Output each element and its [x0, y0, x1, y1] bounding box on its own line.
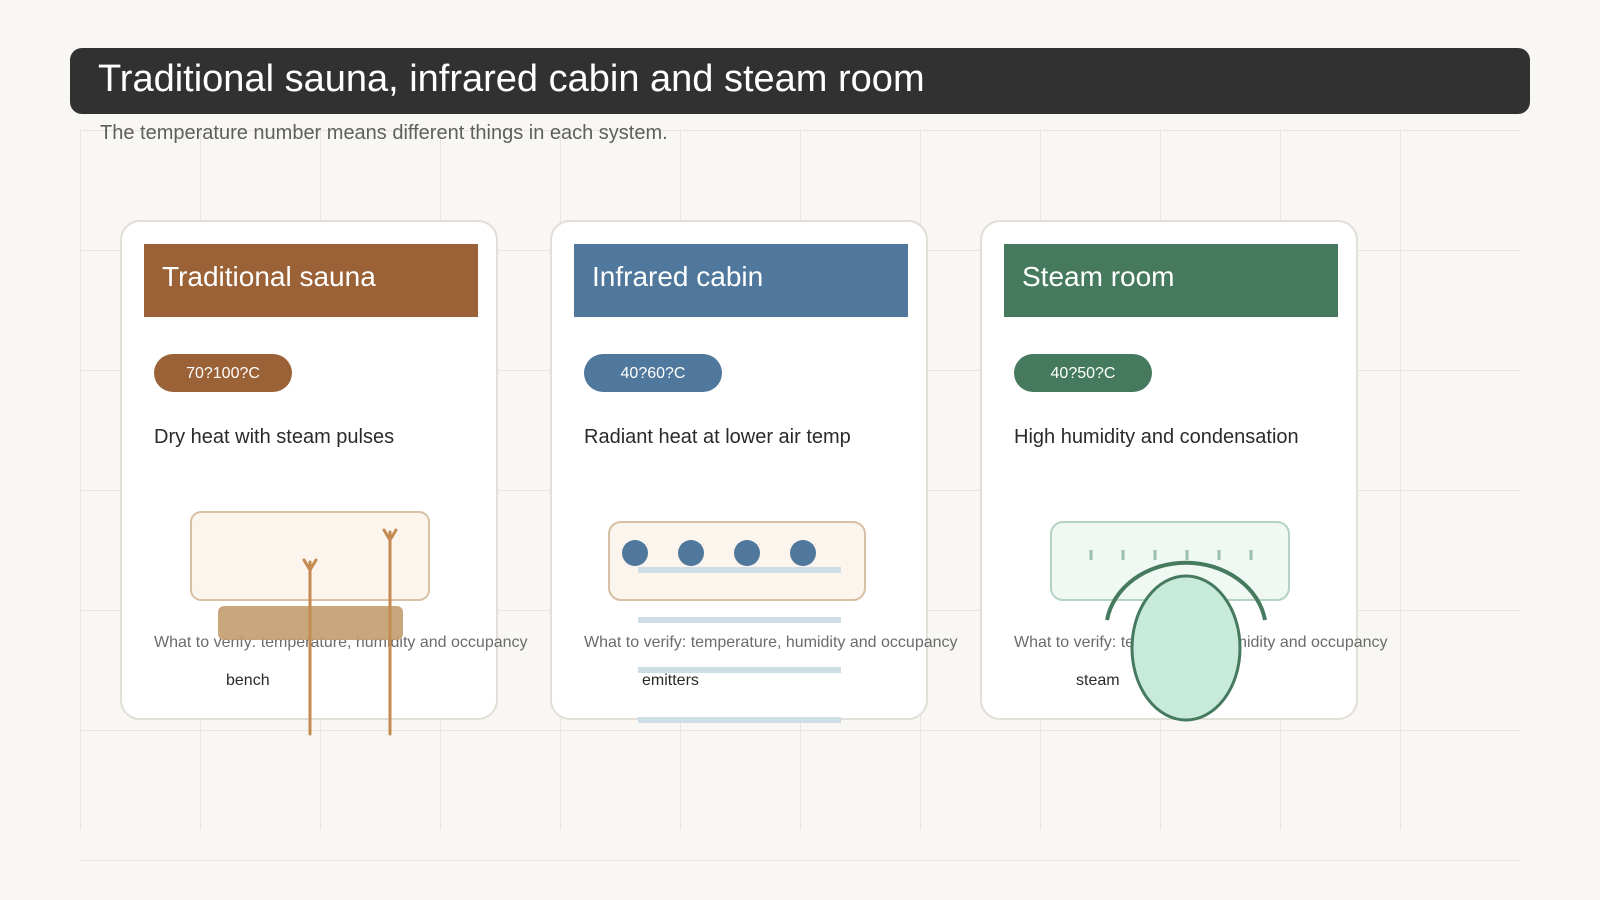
card-description: Radiant heat at lower air temp [584, 426, 851, 448]
card-infrared-cabin: Infrared cabin 40?60?C Radiant heat at l… [550, 220, 958, 720]
card-title: Steam room [1004, 244, 1338, 317]
page-subtitle: The temperature number means different t… [100, 122, 668, 144]
temperature-badge: 70?100?C [154, 354, 292, 392]
verify-note: What to verify: temperature, humidity an… [1014, 634, 1388, 651]
card-title: Traditional sauna [144, 244, 478, 317]
header-bar: Traditional sauna, infrared cabin and st… [70, 48, 1530, 114]
verify-note: What to verify: temperature, humidity an… [584, 634, 958, 651]
card-description: High humidity and condensation [1014, 426, 1299, 448]
component-label: emitters [642, 672, 699, 689]
card-steam-room: Steam room 40?50?C High humidity and con… [980, 220, 1388, 720]
card-title: Infrared cabin [574, 244, 908, 317]
card-description: Dry heat with steam pulses [154, 426, 395, 448]
temperature-badge: 40?60?C [584, 354, 722, 392]
card-traditional-sauna: Traditional sauna 70?100?C Dry heat with… [120, 220, 528, 720]
component-label: steam [1076, 672, 1120, 689]
bottom-rule [80, 860, 1520, 861]
component-label: bench [226, 672, 270, 689]
page-title: Traditional sauna, infrared cabin and st… [98, 58, 925, 100]
temperature-badge: 40?50?C [1014, 354, 1152, 392]
verify-note: What to verify: temperature, humidity an… [154, 634, 528, 651]
